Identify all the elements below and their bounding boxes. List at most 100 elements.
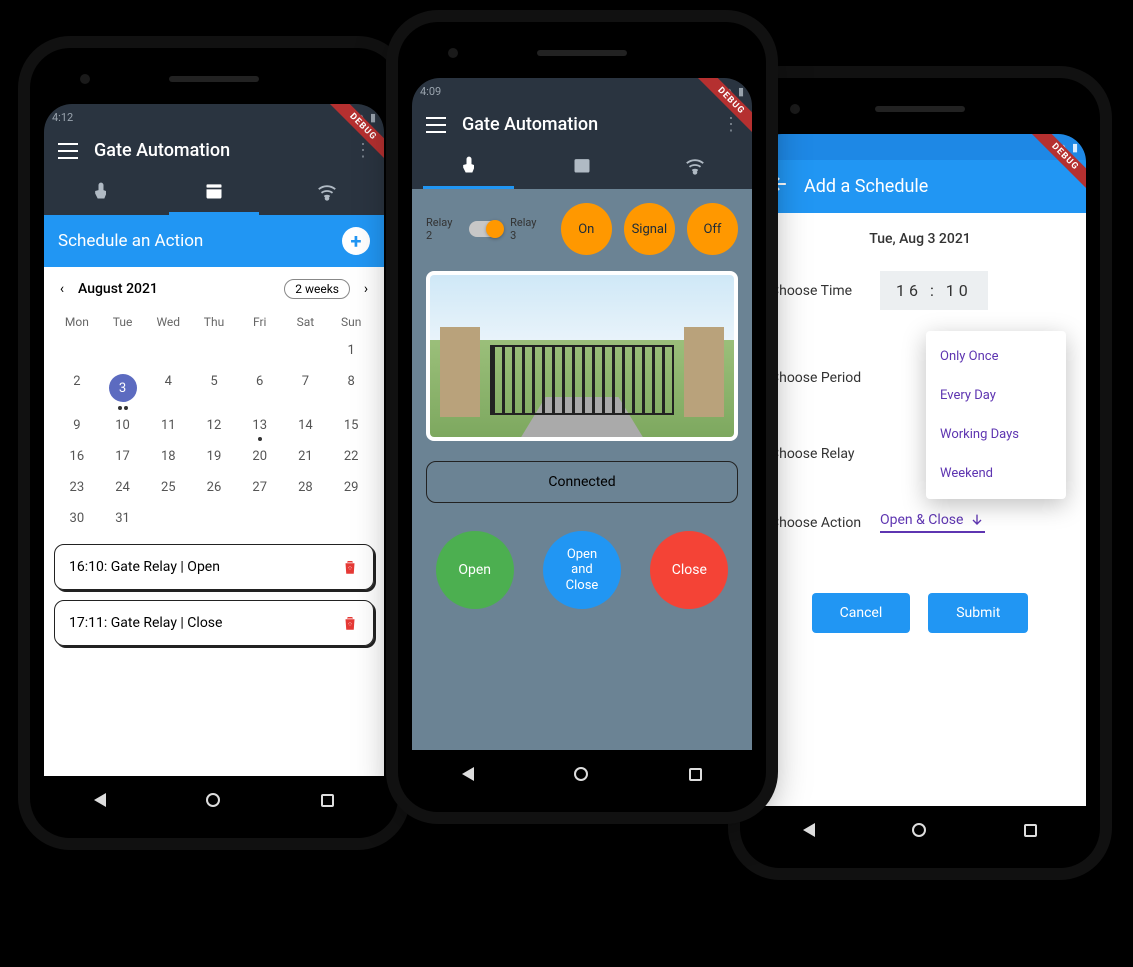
time-picker[interactable]: 16 : 10	[880, 271, 988, 310]
nav-back-icon[interactable]	[94, 793, 106, 807]
period-option[interactable]: Every Day	[926, 376, 1066, 415]
calendar-day[interactable]: 29	[328, 472, 374, 503]
android-nav[interactable]	[44, 776, 384, 824]
calendar-day[interactable]: 14	[283, 410, 329, 441]
tab-calendar[interactable]	[157, 171, 270, 215]
dow-header: Sun	[328, 309, 374, 335]
delete-event-button[interactable]	[341, 613, 359, 633]
add-schedule-button[interactable]: +	[342, 227, 370, 255]
tab-bar	[412, 145, 752, 189]
schedule-form: Tue, Aug 3 2021 Choose Time 16 : 10 Choo…	[754, 213, 1086, 806]
nav-back-icon[interactable]	[803, 823, 815, 837]
period-option[interactable]: Working Days	[926, 415, 1066, 454]
calendar-day[interactable]: 4	[145, 366, 191, 410]
calendar-day[interactable]: 26	[191, 472, 237, 503]
android-nav[interactable]	[754, 806, 1086, 854]
nav-home-icon[interactable]	[912, 823, 926, 837]
control-panel: Relay 2 Relay 3 On Signal Off Connected …	[412, 189, 752, 750]
calendar-day[interactable]: 8	[328, 366, 374, 410]
schedule-header: Schedule an Action +	[44, 215, 384, 267]
calendar-day[interactable]: 5	[191, 366, 237, 410]
open-and-close-button[interactable]: OpenandClose	[543, 531, 621, 609]
calendar-day[interactable]: 15	[328, 410, 374, 441]
month-label: August 2021	[78, 281, 158, 297]
calendar-day	[283, 335, 329, 366]
screen-title: Add a Schedule	[804, 176, 928, 197]
calendar-day[interactable]: 12	[191, 410, 237, 441]
period-option[interactable]: Weekend	[926, 454, 1066, 493]
calendar-day[interactable]: 27	[237, 472, 283, 503]
period-option[interactable]: Only Once	[926, 337, 1066, 376]
calendar-day	[100, 335, 146, 366]
calendar-day[interactable]: 10	[100, 410, 146, 441]
calendar-day[interactable]: 1	[328, 335, 374, 366]
gate-image	[426, 271, 738, 441]
calendar-day[interactable]: 3	[100, 366, 146, 410]
nav-recent-icon[interactable]	[689, 768, 702, 781]
calendar-day[interactable]: 6	[237, 366, 283, 410]
android-nav[interactable]	[412, 750, 752, 798]
dow-header: Wed	[145, 309, 191, 335]
calendar-grid[interactable]: MonTueWedThuFriSatSun1234567891011121314…	[54, 309, 374, 534]
calendar-day[interactable]: 31	[100, 503, 146, 534]
choose-relay-label: Choose Relay	[770, 446, 880, 462]
calendar-day[interactable]: 16	[54, 441, 100, 472]
tab-calendar[interactable]	[525, 145, 638, 189]
tab-touch[interactable]	[412, 145, 525, 189]
action-select[interactable]: Open & Close	[880, 512, 985, 533]
range-chip[interactable]: 2 weeks	[284, 279, 350, 299]
calendar-day[interactable]: 11	[145, 410, 191, 441]
status-time: 4:09	[420, 85, 441, 98]
delete-event-button[interactable]	[341, 557, 359, 577]
app-title: Gate Automation	[94, 140, 230, 161]
relay2-label: Relay 2	[426, 216, 461, 242]
calendar-day[interactable]: 13	[237, 410, 283, 441]
close-button[interactable]: Close	[650, 531, 728, 609]
submit-button[interactable]: Submit	[928, 593, 1028, 633]
relay-toggle[interactable]	[469, 221, 502, 237]
prev-month-button[interactable]: ‹	[54, 281, 70, 297]
more-icon[interactable]: ⋮	[354, 140, 370, 161]
calendar-day[interactable]: 2	[54, 366, 100, 410]
calendar-day[interactable]: 18	[145, 441, 191, 472]
cancel-button[interactable]: Cancel	[812, 593, 911, 633]
nav-back-icon[interactable]	[462, 767, 474, 781]
period-dropdown[interactable]: Only OnceEvery DayWorking DaysWeekend	[926, 331, 1066, 499]
calendar-day[interactable]: 28	[283, 472, 329, 503]
tab-touch[interactable]	[44, 171, 157, 215]
dow-header: Fri	[237, 309, 283, 335]
calendar-day	[283, 503, 329, 534]
back-icon[interactable]	[770, 174, 790, 199]
more-icon[interactable]: ⋮	[722, 114, 738, 135]
calendar-day[interactable]: 20	[237, 441, 283, 472]
tab-signal[interactable]	[271, 171, 384, 215]
calendar-day[interactable]: 19	[191, 441, 237, 472]
nav-home-icon[interactable]	[574, 767, 588, 781]
nav-recent-icon[interactable]	[1024, 824, 1037, 837]
calendar-day[interactable]: 23	[54, 472, 100, 503]
relay3-label: Relay 3	[510, 216, 545, 242]
on-button[interactable]: On	[561, 203, 612, 255]
dow-header: Sat	[283, 309, 329, 335]
event-card[interactable]: 16:10: Gate Relay | Open	[54, 544, 374, 590]
off-button[interactable]: Off	[687, 203, 738, 255]
tab-bar	[44, 171, 384, 215]
calendar-day[interactable]: 30	[54, 503, 100, 534]
event-card[interactable]: 17:11: Gate Relay | Close	[54, 600, 374, 646]
nav-home-icon[interactable]	[206, 793, 220, 807]
calendar-day[interactable]: 21	[283, 441, 329, 472]
open-button[interactable]: Open	[436, 531, 514, 609]
calendar-day[interactable]: 24	[100, 472, 146, 503]
calendar-day[interactable]: 25	[145, 472, 191, 503]
hamburger-icon[interactable]	[426, 117, 446, 133]
hamburger-icon[interactable]	[58, 143, 78, 159]
calendar-day[interactable]: 9	[54, 410, 100, 441]
tab-signal[interactable]	[639, 145, 752, 189]
calendar-day[interactable]: 7	[283, 366, 329, 410]
calendar-day[interactable]: 17	[100, 441, 146, 472]
signal-button[interactable]: Signal	[624, 203, 675, 255]
next-month-button[interactable]: ›	[358, 281, 374, 297]
dow-header: Thu	[191, 309, 237, 335]
calendar-day[interactable]: 22	[328, 441, 374, 472]
nav-recent-icon[interactable]	[321, 794, 334, 807]
